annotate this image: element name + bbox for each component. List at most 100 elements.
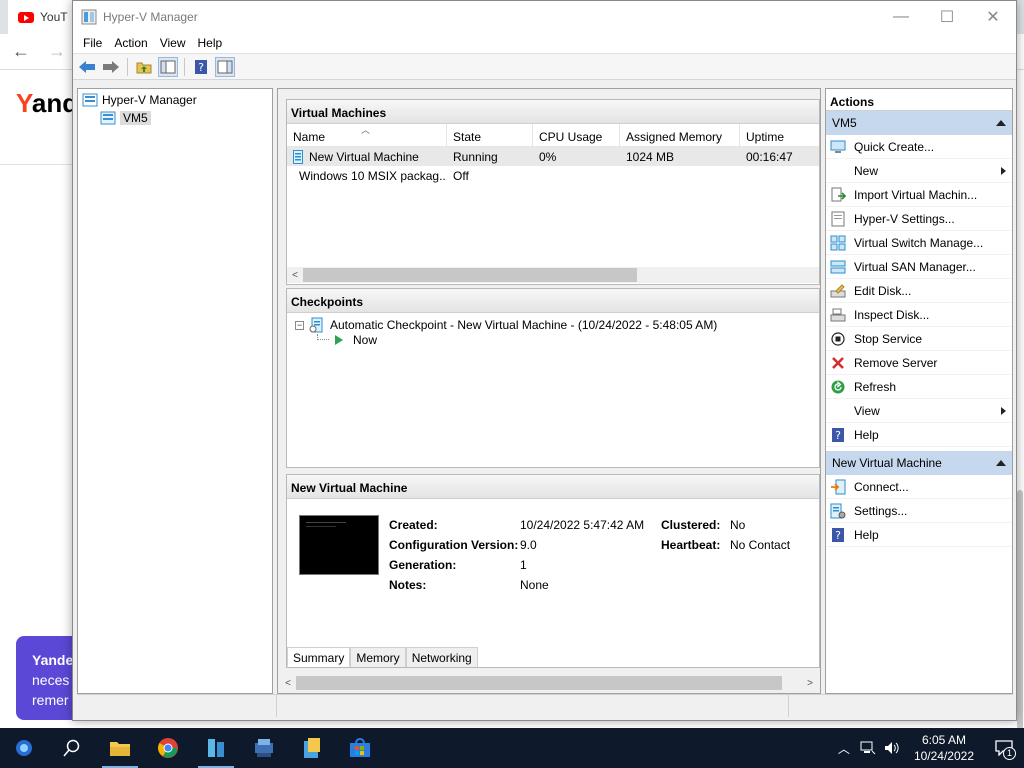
help-icon: ? bbox=[830, 527, 846, 543]
action-refresh[interactable]: Refresh bbox=[826, 375, 1012, 399]
browser-scroll-thumb[interactable] bbox=[1017, 490, 1023, 768]
collapse-arrow-icon[interactable] bbox=[996, 120, 1006, 126]
scroll-thumb[interactable] bbox=[303, 268, 637, 282]
clock-time: 6:05 AM bbox=[921, 733, 966, 747]
action-help[interactable]: ? Help bbox=[826, 423, 1012, 447]
menu-bar: File Action View Help bbox=[73, 32, 1016, 54]
collapse-arrow-icon[interactable] bbox=[996, 460, 1006, 466]
checkpoint-now[interactable]: Now bbox=[317, 333, 377, 347]
actions-pane: Actions VM5 Quick Create... New Import V… bbox=[825, 88, 1013, 694]
browser-scrollbar[interactable] bbox=[1016, 70, 1024, 768]
help-button[interactable]: ? bbox=[191, 57, 211, 77]
column-header-cpu[interactable]: CPU Usage bbox=[533, 124, 620, 146]
vm-state-cell: Off bbox=[453, 168, 469, 183]
forward-arrow-icon[interactable]: → bbox=[48, 41, 66, 62]
up-folder-button[interactable] bbox=[134, 57, 154, 77]
action-connect[interactable]: Connect... bbox=[826, 475, 1012, 499]
action-virtual-san-manager[interactable]: Virtual SAN Manager... bbox=[826, 255, 1012, 279]
action-label: Help bbox=[854, 427, 879, 442]
svg-text:?: ? bbox=[835, 429, 841, 442]
column-header-uptime[interactable]: Uptime bbox=[740, 124, 819, 146]
forward-button[interactable] bbox=[101, 57, 121, 77]
action-help-vm[interactable]: ? Help bbox=[826, 523, 1012, 547]
vm-table-hscrollbar[interactable]: < bbox=[287, 267, 819, 283]
taskbar-store[interactable] bbox=[336, 728, 384, 768]
action-quick-create[interactable]: Quick Create... bbox=[826, 135, 1012, 159]
action-view[interactable]: View bbox=[826, 399, 1012, 423]
action-inspect-disk[interactable]: Inspect Disk... bbox=[826, 303, 1012, 327]
table-row[interactable]: New Virtual Machine Running 0% 1024 MB 0… bbox=[287, 147, 819, 166]
menu-file[interactable]: File bbox=[77, 36, 108, 50]
vm-thumbnail[interactable] bbox=[299, 515, 379, 575]
start-button[interactable] bbox=[0, 728, 48, 768]
hyperv-app-icon bbox=[81, 9, 97, 24]
notification-center-button[interactable]: 1 bbox=[984, 728, 1024, 768]
action-hyperv-settings[interactable]: Hyper-V Settings... bbox=[826, 207, 1012, 231]
scroll-thumb[interactable] bbox=[296, 676, 782, 690]
vm-table: Name ︿ State CPU Usage Assigned Memory Up… bbox=[287, 124, 819, 185]
caption-buttons: — ☐ ✕ bbox=[878, 1, 1016, 32]
clustered-value: No bbox=[730, 518, 746, 532]
title-bar[interactable]: Hyper-V Manager — ☐ ✕ bbox=[73, 1, 1016, 32]
tree-node-hyperv-manager[interactable]: Hyper-V Manager bbox=[82, 91, 197, 108]
show-hidden-icons-icon[interactable]: ︿ bbox=[832, 740, 856, 757]
scroll-left-arrow-icon[interactable]: < bbox=[280, 678, 296, 689]
taskbar-hyperv-manager[interactable] bbox=[192, 728, 240, 768]
vm-settings-icon bbox=[830, 503, 846, 519]
action-group-vm5[interactable]: VM5 bbox=[826, 111, 1012, 135]
close-button[interactable]: ✕ bbox=[970, 1, 1016, 32]
network-tool-icon bbox=[255, 739, 273, 757]
action-group-new-virtual-machine[interactable]: New Virtual Machine bbox=[826, 451, 1012, 475]
action-new[interactable]: New bbox=[826, 159, 1012, 183]
clock-date: 10/24/2022 bbox=[913, 749, 974, 763]
checkpoint-entry[interactable]: − Automatic Checkpoint - New Virtual Mac… bbox=[295, 317, 717, 333]
maximize-button[interactable]: ☐ bbox=[924, 1, 970, 32]
volume-icon[interactable] bbox=[884, 741, 900, 755]
menu-view[interactable]: View bbox=[154, 36, 192, 50]
center-hscrollbar[interactable]: < > bbox=[280, 675, 818, 691]
config-version-value: 9.0 bbox=[520, 538, 537, 552]
tab-memory[interactable]: Memory bbox=[350, 647, 406, 667]
taskbar-chrome[interactable] bbox=[144, 728, 192, 768]
action-edit-disk[interactable]: Edit Disk... bbox=[826, 279, 1012, 303]
tree-node-label: VM5 bbox=[120, 110, 151, 125]
column-header-name[interactable]: Name ︿ bbox=[287, 124, 447, 146]
table-row[interactable]: Windows 10 MSIX packag... Off bbox=[287, 166, 819, 185]
vm-memory-cell: 1024 MB bbox=[626, 149, 675, 164]
show-hide-action-pane-button[interactable] bbox=[215, 56, 235, 77]
network-icon[interactable] bbox=[860, 741, 876, 755]
tree-node-vm5[interactable]: VM5 bbox=[100, 109, 151, 126]
action-remove-server[interactable]: Remove Server bbox=[826, 351, 1012, 375]
tab-networking[interactable]: Networking bbox=[405, 647, 478, 667]
collapse-icon[interactable]: − bbox=[295, 320, 304, 330]
menu-help[interactable]: Help bbox=[192, 36, 229, 50]
scroll-left-arrow-icon[interactable]: < bbox=[287, 270, 303, 281]
generation-value: 1 bbox=[520, 558, 527, 572]
taskbar-package-app[interactable] bbox=[288, 728, 336, 768]
tab-summary[interactable]: Summary bbox=[287, 647, 351, 667]
details-values-right: No No Contact bbox=[730, 515, 790, 555]
action-stop-service[interactable]: Stop Service bbox=[826, 327, 1012, 351]
search-button[interactable] bbox=[48, 728, 96, 768]
scroll-right-arrow-icon[interactable]: > bbox=[802, 678, 818, 689]
taskbar: ︿ 6:05 AM 10/24/2022 1 bbox=[0, 728, 1024, 768]
taskbar-file-explorer[interactable] bbox=[96, 728, 144, 768]
clock[interactable]: 6:05 AM 10/24/2022 bbox=[904, 732, 984, 764]
back-button[interactable] bbox=[77, 57, 97, 77]
checkpoints-panel: Checkpoints − Automatic Checkpoint - New… bbox=[286, 288, 820, 468]
column-header-memory[interactable]: Assigned Memory bbox=[620, 124, 740, 146]
minimize-button[interactable]: — bbox=[878, 1, 924, 32]
action-import-vm[interactable]: Import Virtual Machin... bbox=[826, 183, 1012, 207]
menu-action[interactable]: Action bbox=[108, 36, 153, 50]
config-version-label: Configuration Version: bbox=[389, 538, 519, 552]
taskbar-network-app[interactable] bbox=[240, 728, 288, 768]
show-hide-tree-button[interactable] bbox=[158, 56, 178, 77]
action-virtual-switch-manager[interactable]: Virtual Switch Manage... bbox=[826, 231, 1012, 255]
action-settings[interactable]: Settings... bbox=[826, 499, 1012, 523]
action-label: Stop Service bbox=[854, 331, 923, 346]
settings-doc-icon bbox=[830, 211, 846, 227]
column-header-state[interactable]: State bbox=[447, 124, 533, 146]
toolbar: ? bbox=[73, 54, 1016, 80]
vm-icon bbox=[293, 149, 303, 164]
back-arrow-icon[interactable]: ← bbox=[12, 41, 30, 62]
